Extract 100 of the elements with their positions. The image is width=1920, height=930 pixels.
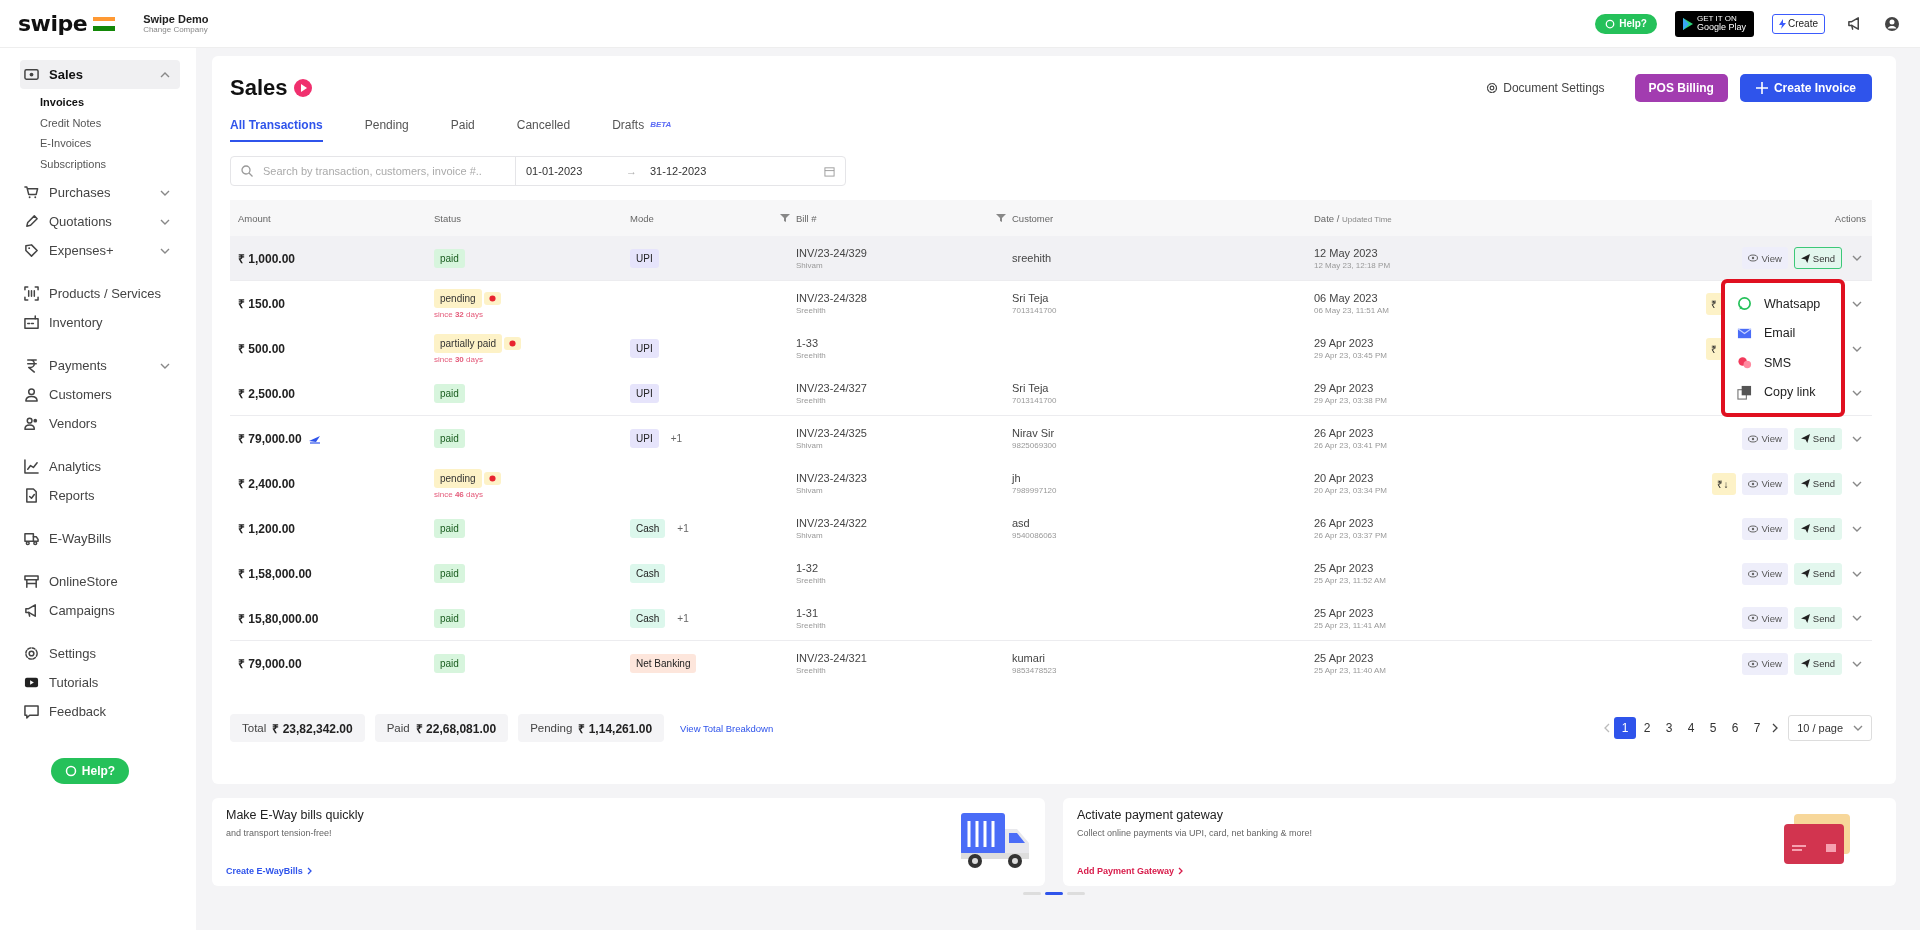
send-button[interactable]: Send: [1793, 652, 1842, 675]
sidebar-item[interactable]: Campaigns: [20, 596, 180, 625]
bill-number[interactable]: INV/23-24/327: [796, 381, 996, 394]
table-row[interactable]: ₹ 15,80,000.00 paid Cash +1 1-31 Sreehith 25 Apr 2023 25 Apr 23, 11:41 AM View Send: [230, 596, 1872, 641]
customer-name: Sri Teja: [1012, 381, 1050, 394]
bill-number[interactable]: INV/23-24/328: [796, 292, 996, 304]
view-button[interactable]: View: [1742, 427, 1788, 450]
search-field[interactable]: Search by transaction, customers, invoice #...: [261, 164, 485, 178]
bill-number[interactable]: INV/23-24/321: [796, 652, 996, 664]
logo: swipe: [18, 11, 88, 36]
google-play-badge[interactable]: GET IT ON Google Play: [1674, 10, 1754, 37]
sidebar-item[interactable]: Settings: [20, 639, 180, 668]
page-button[interactable]: 7: [1746, 717, 1769, 739]
create-button[interactable]: Create: [1772, 13, 1825, 34]
payment-mode-tag: Cash: [630, 519, 666, 538]
sidebar-item[interactable]: Inventory: [20, 308, 180, 337]
filter-icon[interactable]: [996, 213, 1006, 223]
promo-link[interactable]: Create E-WayBills: [226, 866, 959, 876]
table-row[interactable]: ₹ 1,000.00 paid UPI INV/23-24/329 Shivam sreehith 12 May 2023 12 May 23, 12:18 PM View Send: [230, 236, 1872, 281]
tab[interactable]: Paid: [450, 112, 475, 142]
page-button[interactable]: 6: [1724, 717, 1747, 739]
send-button[interactable]: Send: [1793, 427, 1842, 450]
view-button[interactable]: View: [1742, 607, 1788, 629]
updated-time: 25 Apr 23, 11:52 AM: [1314, 576, 1387, 585]
scan-icon: [24, 286, 39, 301]
view-button[interactable]: View: [1742, 472, 1788, 495]
send-button[interactable]: Send: [1793, 517, 1842, 540]
send-button[interactable]: Send: [1793, 607, 1842, 629]
sidebar-item[interactable]: Vendors: [20, 409, 180, 438]
table-row[interactable]: ₹ 1,200.00 paid Cash +1 INV/23-24/322 Shivam asd 9540086063 26 Apr 2023 26 Apr 23, 03:37 PM View Send: [230, 506, 1872, 551]
bill-number[interactable]: INV/23-24/325: [796, 427, 996, 439]
sidebar-item[interactable]: Purchases: [20, 178, 180, 207]
page-size-select[interactable]: 10 / page: [1788, 715, 1872, 741]
view-button[interactable]: View: [1742, 652, 1788, 675]
updated-time: 25 Apr 23, 11:40 AM: [1314, 666, 1387, 675]
view-button[interactable]: View: [1742, 562, 1788, 585]
status-tag: paid: [434, 519, 465, 538]
sidebar-item[interactable]: Sales: [20, 60, 180, 89]
whatsapp-icon: [1605, 18, 1616, 29]
breakdown-link[interactable]: View Total Breakdown: [680, 722, 774, 734]
tab[interactable]: Cancelled: [516, 112, 571, 142]
bill-number[interactable]: 1-31: [796, 606, 996, 619]
date-range-field[interactable]: 01-01-2023 → 31-12-2023: [516, 165, 845, 177]
sidebar-subitem[interactable]: Subscriptions: [40, 153, 180, 174]
record-payment-button[interactable]: ₹↓: [1712, 472, 1737, 495]
view-button[interactable]: View: [1742, 517, 1788, 540]
page-button[interactable]: 4: [1680, 717, 1703, 739]
bill-number[interactable]: 1-32: [796, 562, 996, 574]
company-name: Swipe Demo: [143, 13, 209, 25]
table-row[interactable]: ₹ 1,58,000.00 paid Cash 1-32 Sreehith 25 Apr 2023 25 Apr 23, 11:52 AM View Send: [230, 551, 1872, 596]
document-settings-button[interactable]: Document Settings: [1480, 80, 1611, 96]
tab[interactable]: All Transactions: [230, 112, 323, 142]
send-button[interactable]: Send: [1793, 247, 1842, 269]
table-row[interactable]: ₹ 79,000.00 paid UPI +1 INV/23-24/325 Shivam Nirav Sir 9825069300 26 Apr 2023 26 Apr 23, 03:41 PM View Send: [230, 416, 1872, 461]
sidebar-item[interactable]: Products / Services: [20, 279, 180, 308]
bill-number[interactable]: INV/23-24/323: [796, 472, 996, 484]
sidebar-item[interactable]: Payments: [20, 351, 180, 380]
sidebar-item[interactable]: Tutorials: [20, 668, 180, 697]
sidebar-subitem[interactable]: Credit Notes: [40, 112, 180, 133]
send-button[interactable]: Send: [1793, 472, 1842, 495]
change-company-link[interactable]: Change Company: [143, 25, 209, 34]
sidebar-item[interactable]: OnlineStore: [20, 567, 180, 596]
sidebar-item[interactable]: Quotations: [20, 207, 180, 236]
bill-number[interactable]: INV/23-24/329: [796, 246, 996, 259]
page-button[interactable]: 1: [1614, 717, 1637, 739]
create-invoice-button[interactable]: Create Invoice: [1739, 74, 1872, 102]
amount: ₹ 2,400.00: [238, 476, 296, 492]
sidebar-subitem[interactable]: E-Invoices: [40, 133, 180, 154]
bill-number[interactable]: 1-33: [796, 337, 996, 349]
page-button[interactable]: 3: [1658, 717, 1681, 739]
pos-billing-button[interactable]: POS Billing: [1634, 74, 1728, 102]
customer-phone: 7013141700: [1012, 306, 1058, 315]
filter-icon[interactable]: [780, 213, 790, 223]
sidebar-item[interactable]: Expenses+: [20, 236, 180, 265]
promo-link[interactable]: Add Payment Gateway: [1077, 866, 1782, 876]
promo-title: Make E-Way bills quickly: [226, 808, 365, 822]
eye-icon: [1748, 434, 1759, 443]
tab[interactable]: Pending: [364, 112, 409, 142]
amount: ₹ 1,200.00: [238, 521, 296, 537]
sidebar-item[interactable]: Reports: [20, 481, 180, 510]
overdue-note: since 30 days: [434, 354, 483, 364]
bill-number[interactable]: INV/23-24/322: [796, 517, 996, 529]
menu-item[interactable]: Copy link: [1725, 377, 1841, 407]
table-row[interactable]: ₹ 79,000.00 paid Net Banking INV/23-24/321 Sreehith kumari 9853478523 25 Apr 2023 25 Apr 23, 11:40 AM View Send: [230, 641, 1872, 686]
view-button[interactable]: View: [1742, 247, 1788, 269]
date: 25 Apr 2023: [1314, 652, 1375, 664]
page-button[interactable]: 2: [1636, 717, 1659, 739]
play-icon[interactable]: [293, 79, 312, 97]
send-button[interactable]: Send: [1793, 562, 1842, 585]
table-row[interactable]: ₹ 2,400.00 pending since 46 days INV/23-24/323 Shivam jh 7989997120 20 Apr 2023 20 Apr 23, 03:34 PM ₹↓ View Send: [230, 461, 1872, 506]
sidebar-item[interactable]: Customers: [20, 380, 180, 409]
page-button[interactable]: 5: [1702, 717, 1725, 739]
account-icon[interactable]: [1884, 15, 1900, 32]
tab[interactable]: Drafts BETA: [612, 112, 672, 142]
sidebar-item[interactable]: Feedback: [20, 697, 180, 726]
sidebar-item[interactable]: E-WayBills: [20, 524, 180, 553]
sidebar-subitem[interactable]: Invoices: [40, 92, 180, 113]
promo-description: and transport tension-free!: [226, 828, 333, 838]
sidebar-item[interactable]: Analytics: [20, 452, 180, 481]
users-icon: [24, 416, 39, 431]
